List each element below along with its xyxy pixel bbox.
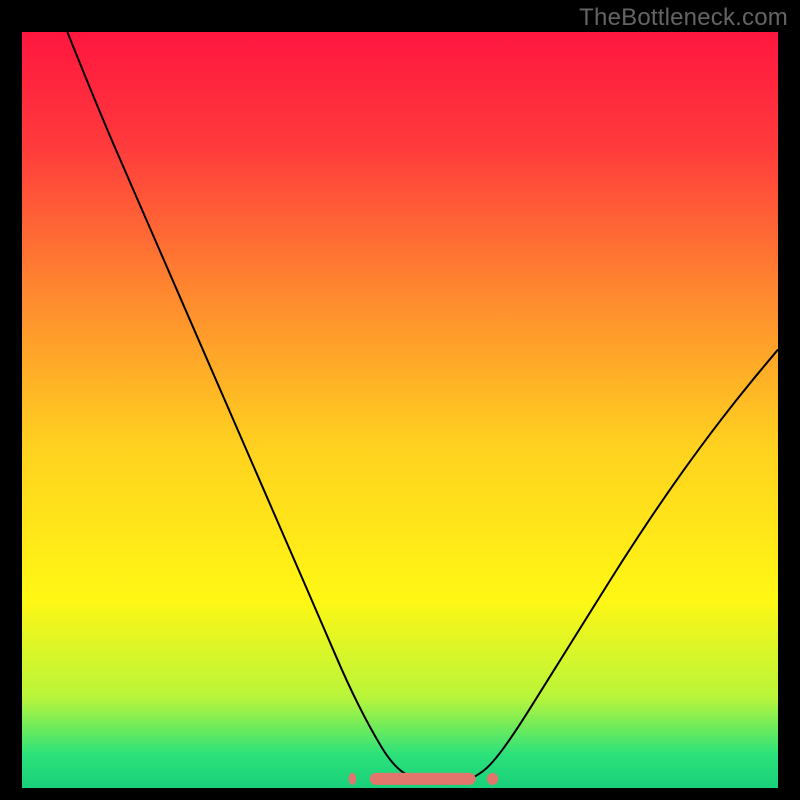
- bottleneck-plot: [22, 32, 778, 788]
- watermark-text: TheBottleneck.com: [579, 4, 788, 32]
- chart-frame: TheBottleneck.com: [0, 0, 800, 800]
- gradient-background: [22, 32, 778, 788]
- plot-svg: [22, 32, 778, 788]
